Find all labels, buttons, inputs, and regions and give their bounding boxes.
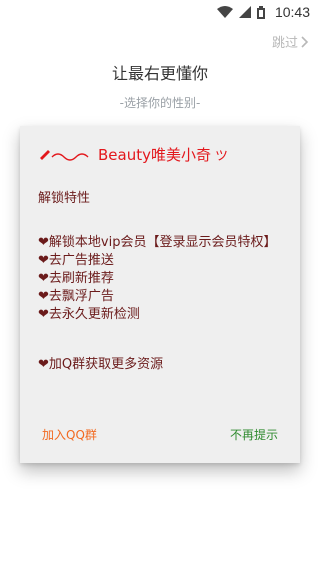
wifi-icon	[216, 6, 233, 18]
feature-item: ❤去刷新推荐	[38, 271, 114, 286]
dialog-title-row: Beauty唯美小奇 ツ	[38, 144, 282, 165]
feature-item: ❤去飘浮广告	[38, 289, 114, 304]
dialog-heading: 解锁特性	[38, 191, 91, 206]
status-bar: 10:43	[0, 0, 320, 24]
skip-button[interactable]: 跳过	[272, 32, 310, 51]
feature-item: ❤去广告推送	[38, 253, 114, 268]
chevron-right-icon	[301, 35, 309, 48]
main-page: 跳过 让最右更懂你 -选择你的性别- Beauty唯美小奇 ツ 解锁特性 ❤解锁…	[0, 24, 320, 570]
pen-icon	[40, 149, 89, 161]
page-subtitle: -选择你的性别-	[119, 96, 201, 110]
qq-group-text: ❤加Q群获取更多资源	[38, 357, 164, 372]
join-qq-button[interactable]: 加入QQ群	[42, 426, 97, 443]
no-more-button[interactable]: 不再提示	[230, 426, 278, 443]
page-title: 让最右更懂你	[111, 64, 208, 83]
status-time: 10:43	[274, 4, 310, 20]
battery-icon	[256, 5, 265, 19]
skip-label: 跳过	[271, 36, 298, 51]
signature-mark: ツ	[214, 149, 228, 164]
feature-item: ❤解锁本地vip会员【登录显示会员特权】	[38, 235, 277, 250]
promo-dialog: Beauty唯美小奇 ツ 解锁特性 ❤解锁本地vip会员【登录显示会员特权】 ❤…	[20, 126, 300, 463]
cell-signal-icon	[238, 6, 251, 18]
feature-item: ❤去永久更新检测	[38, 307, 140, 322]
dialog-title: Beauty唯美小奇	[98, 146, 211, 164]
status-icons: 10:43	[216, 4, 310, 20]
feature-list: ❤解锁本地vip会员【登录显示会员特权】 ❤去广告推送 ❤去刷新推荐 ❤去飘浮广…	[38, 234, 282, 324]
